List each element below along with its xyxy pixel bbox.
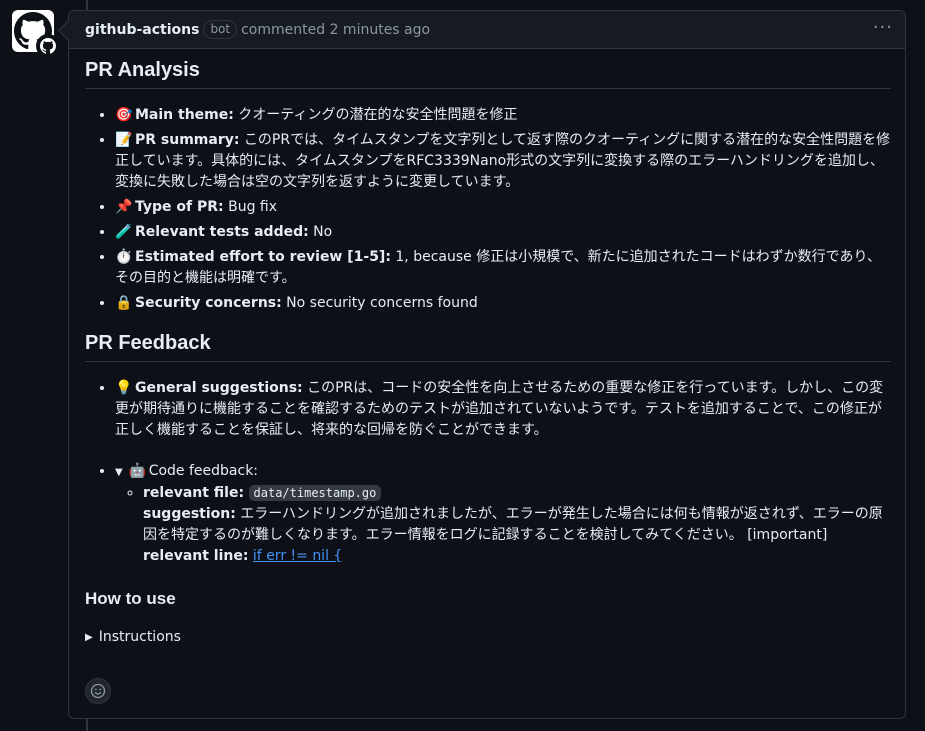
list-item: 🔒Security concerns: No security concerns… — [115, 293, 891, 314]
comment-body: PR Analysis 🎯Main theme: クオーティングの潜在的な安全性… — [85, 59, 891, 645]
comment-header: github-actions bot commented 2 minutes a… — [69, 11, 905, 49]
lightbulb-icon: 💡 — [115, 380, 133, 396]
test-tube-icon: 🧪 — [115, 224, 133, 240]
item-text: No — [308, 224, 333, 240]
item-text: クオーティングの潜在的な安全性問題を修正 — [233, 107, 518, 123]
robot-icon: 🤖 — [128, 463, 147, 479]
list-item: 📌Type of PR: Bug fix — [115, 197, 891, 218]
code-feedback-label: Code feedback: — [148, 463, 259, 479]
triangle-down-icon: ▼ — [115, 467, 123, 478]
file-label: relevant file: — [143, 485, 245, 501]
code-feedback-item: ▼ 🤖Code feedback: relevant file: data/tim… — [115, 461, 891, 567]
item-label: Type of PR: — [135, 199, 224, 215]
analysis-heading: PR Analysis — [85, 59, 891, 89]
item-label: Estimated effort to review [1-5]: — [135, 249, 391, 265]
smiley-icon — [90, 683, 106, 699]
memo-icon: 📝 — [115, 132, 133, 148]
list-item: 📝PR summary: このPRでは、タイムスタンプを文字列として返す際のクオ… — [115, 130, 891, 193]
feedback-list: 💡General suggestions: このPRは、コードの安全性を向上させ… — [85, 378, 891, 567]
item-label: Relevant tests added: — [135, 224, 309, 240]
add-reaction-button[interactable] — [85, 678, 111, 704]
list-item: 🧪Relevant tests added: No — [115, 222, 891, 243]
item-label: General suggestions: — [135, 380, 303, 396]
item-label: Security concerns: — [135, 295, 282, 311]
comment-timestamp[interactable]: commented 2 minutes ago — [241, 22, 430, 38]
item-text: No security concerns found — [281, 295, 478, 311]
author-name[interactable]: github-actions — [85, 22, 199, 38]
code-feedback-sublist: relevant file: data/timestamp.go suggest… — [115, 483, 891, 567]
relevant-line-link[interactable]: if err != nil { — [253, 548, 342, 564]
suggestion-text: エラーハンドリングが追加されましたが、エラーが発生した場合には何も情報が返されず… — [143, 506, 883, 543]
target-icon: 🎯 — [115, 107, 133, 123]
kebab-menu-icon[interactable]: ··· — [873, 19, 893, 37]
code-feedback-summary[interactable]: ▼ 🤖 Code feedback: — [115, 463, 258, 479]
triangle-right-icon: ▶ — [85, 631, 93, 643]
instructions-label: Instructions — [98, 629, 181, 645]
item-text: Bug fix — [223, 199, 278, 215]
comment-box: github-actions bot commented 2 minutes a… — [68, 10, 906, 719]
list-item: ⏱️Estimated effort to review [1-5]: 1, b… — [115, 247, 891, 289]
list-item: 💡General suggestions: このPRは、コードの安全性を向上させ… — [115, 378, 891, 441]
pushpin-icon: 📌 — [115, 199, 133, 215]
bot-label: bot — [203, 20, 238, 39]
bot-badge-icon — [36, 34, 60, 58]
item-label: Main theme: — [135, 107, 234, 123]
howto-heading: How to use — [85, 589, 176, 608]
suggestion-label: suggestion: — [143, 506, 236, 522]
analysis-list: 🎯Main theme: クオーティングの潜在的な安全性問題を修正 📝PR su… — [85, 105, 891, 314]
list-item: relevant file: data/timestamp.go suggest… — [143, 483, 891, 567]
line-label: relevant line: — [143, 548, 249, 564]
lock-icon: 🔒 — [115, 295, 133, 311]
list-item: 🎯Main theme: クオーティングの潜在的な安全性問題を修正 — [115, 105, 891, 126]
instructions-toggle[interactable]: ▶ Instructions — [85, 629, 891, 645]
file-path: data/timestamp.go — [248, 485, 382, 501]
item-label: PR summary: — [135, 132, 240, 148]
stopwatch-icon: ⏱️ — [115, 249, 133, 265]
feedback-heading: PR Feedback — [85, 332, 891, 362]
